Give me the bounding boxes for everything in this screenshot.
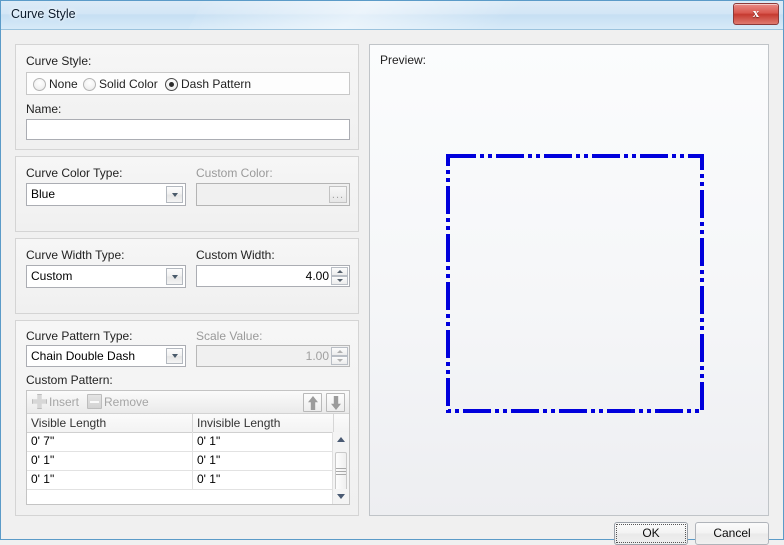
stepper-down-icon[interactable] xyxy=(331,276,348,285)
name-input[interactable] xyxy=(26,119,350,140)
cancel-button-label: Cancel xyxy=(713,526,751,540)
cancel-button[interactable]: Cancel xyxy=(695,522,769,545)
curve-style-label: Curve Style: xyxy=(26,54,92,68)
custom-pattern-panel: Insert Remove Visible Length Invisible L… xyxy=(26,390,350,505)
curve-style-radio-group: None Solid Color Dash Pattern xyxy=(26,72,350,95)
curve-color-type-combo[interactable]: Blue xyxy=(26,183,186,206)
cell-invisible-length[interactable]: 0' 1" xyxy=(193,451,334,470)
curve-pattern-group: Curve Pattern Type: Chain Double Dash Sc… xyxy=(15,320,359,516)
preview-shape xyxy=(446,154,704,413)
scale-value: 1.00 xyxy=(305,349,329,363)
table-row-empty[interactable] xyxy=(27,489,349,508)
curve-width-type-label: Curve Width Type: xyxy=(26,248,125,262)
radio-solid-color-label: Solid Color xyxy=(99,77,158,91)
stepper-up-icon[interactable] xyxy=(331,267,348,276)
scrollbar-thumb[interactable] xyxy=(335,452,347,492)
curve-width-group: Curve Width Type: Custom Custom Width: 4… xyxy=(15,238,359,314)
column-header-visible-length[interactable]: Visible Length xyxy=(27,414,193,432)
cell-visible-length[interactable]: 0' 1" xyxy=(27,451,193,470)
curve-pattern-type-combo[interactable]: Chain Double Dash xyxy=(26,345,186,367)
ok-button-label: OK xyxy=(642,526,660,540)
custom-color-browse-button: ... xyxy=(329,186,347,203)
custom-width-stepper[interactable]: 4.00 xyxy=(196,265,350,287)
table-row[interactable]: 0' 1" 0' 1" xyxy=(27,470,349,490)
curve-width-type-value: Custom xyxy=(31,269,73,283)
radio-none-label: None xyxy=(49,77,78,91)
custom-color-field: ... xyxy=(196,183,350,206)
curve-color-type-value: Blue xyxy=(31,187,56,201)
radio-dash-pattern-dot xyxy=(165,77,178,91)
ok-button[interactable]: OK xyxy=(614,522,688,545)
custom-width-label: Custom Width: xyxy=(196,248,275,262)
move-up-button[interactable] xyxy=(303,393,322,412)
dialog-client-area: Curve Style: None Solid Color Dash Patte… xyxy=(1,30,783,545)
scale-value-label: Scale Value: xyxy=(196,329,263,343)
curve-color-type-label: Curve Color Type: xyxy=(26,166,123,180)
curve-color-group: Curve Color Type: Blue Custom Color: ... xyxy=(15,156,359,232)
curve-width-type-combo[interactable]: Custom xyxy=(26,265,186,288)
preview-canvas xyxy=(446,154,704,413)
curve-style-group: Curve Style: None Solid Color Dash Patte… xyxy=(15,44,359,150)
custom-pattern-label: Custom Pattern: xyxy=(26,373,113,387)
curve-style-dialog: Curve Style x Curve Style: None Solid Co… xyxy=(0,0,784,545)
column-header-spacer xyxy=(334,414,349,432)
cell-invisible-length[interactable]: 0' 1" xyxy=(193,432,334,451)
radio-none[interactable]: None xyxy=(33,77,78,91)
scroll-up-icon[interactable] xyxy=(333,432,349,447)
close-button[interactable]: x xyxy=(733,3,779,25)
table-row[interactable]: 0' 1" 0' 1" xyxy=(27,451,349,471)
radio-solid-color-dot xyxy=(83,77,96,91)
radio-none-dot xyxy=(33,77,46,91)
arrow-down-icon xyxy=(331,396,341,410)
table-scrollbar[interactable] xyxy=(332,432,349,504)
cell-visible-length[interactable]: 0' 7" xyxy=(27,432,193,451)
scrollbar-grip xyxy=(336,468,346,476)
scale-value-stepper: 1.00 xyxy=(196,345,350,367)
chevron-down-icon[interactable] xyxy=(166,348,183,364)
scroll-down-icon[interactable] xyxy=(333,489,349,504)
plus-icon xyxy=(32,394,47,409)
stepper-up-icon xyxy=(331,347,348,356)
arrow-up-icon xyxy=(308,396,318,410)
stepper-down-icon xyxy=(331,356,348,365)
window-title: Curve Style xyxy=(11,7,76,21)
remove-label: Remove xyxy=(104,394,149,409)
insert-button: Insert xyxy=(32,394,79,409)
curve-pattern-type-label: Curve Pattern Type: xyxy=(26,329,133,343)
curve-pattern-type-value: Chain Double Dash xyxy=(31,349,136,363)
cell-visible-length[interactable]: 0' 1" xyxy=(27,470,193,489)
remove-button: Remove xyxy=(87,394,149,409)
column-header-invisible-length[interactable]: Invisible Length xyxy=(193,414,334,432)
chevron-down-icon[interactable] xyxy=(166,186,183,203)
title-bar: Curve Style x xyxy=(1,1,783,30)
radio-solid-color[interactable]: Solid Color xyxy=(83,77,158,91)
chevron-down-icon[interactable] xyxy=(166,268,183,285)
custom-pattern-toolbar: Insert Remove xyxy=(27,391,349,414)
custom-color-label: Custom Color: xyxy=(196,166,273,180)
move-down-button[interactable] xyxy=(326,393,345,412)
custom-width-value: 4.00 xyxy=(305,269,329,283)
radio-dash-pattern[interactable]: Dash Pattern xyxy=(165,77,251,91)
title-bar-sheen xyxy=(186,1,636,29)
close-icon: x xyxy=(752,5,760,20)
radio-dash-pattern-label: Dash Pattern xyxy=(181,77,252,91)
preview-panel: Preview: xyxy=(369,44,769,516)
insert-label: Insert xyxy=(49,394,80,409)
table-row[interactable]: 0' 7" 0' 1" xyxy=(27,432,349,452)
table-header-row: Visible Length Invisible Length xyxy=(27,414,349,433)
cell-invisible-length[interactable]: 0' 1" xyxy=(193,470,334,489)
custom-pattern-table: Visible Length Invisible Length 0' 7" 0'… xyxy=(27,414,349,504)
name-label: Name: xyxy=(26,102,62,116)
minus-icon xyxy=(87,394,102,409)
